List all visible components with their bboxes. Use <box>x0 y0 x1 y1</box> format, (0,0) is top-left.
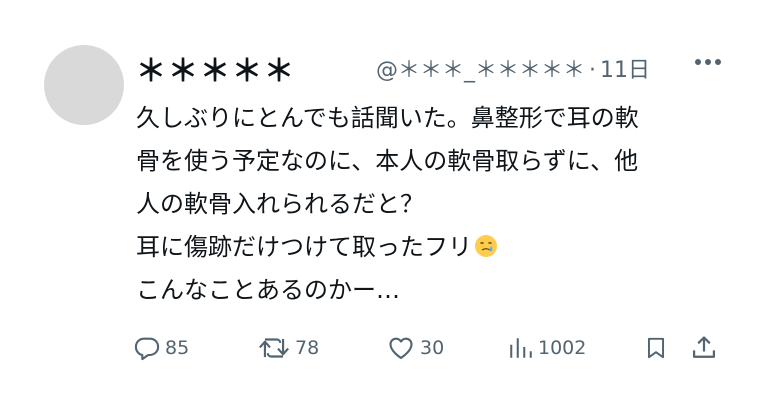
reply-count: 85 <box>165 337 190 359</box>
more-options-button[interactable] <box>690 46 726 78</box>
retweet-button[interactable]: 78 <box>257 328 319 368</box>
display-name[interactable]: ＊＊＊＊＊ <box>136 46 296 90</box>
bookmark-icon <box>647 337 665 359</box>
retweet-icon <box>259 338 289 358</box>
heart-icon <box>389 337 413 359</box>
tweet-text: 久しぶりにとんでも話聞いた。鼻整形で耳の軟 骨を使う予定なのに、本人の軟骨取らず… <box>136 97 736 312</box>
crying-smile-emoji-icon <box>475 235 497 257</box>
like-button[interactable]: 30 <box>386 328 444 368</box>
tweet-line-3: 人の軟骨入れられるだと？ <box>136 190 424 218</box>
tweet-header: ＊＊＊＊＊ @＊＊＊_＊＊＊＊＊ · 11日 <box>136 44 726 89</box>
tweet-line-5: こんなことあるのかー… <box>136 276 400 304</box>
more-icon <box>695 59 721 65</box>
reply-button[interactable]: 85 <box>133 328 189 368</box>
avatar[interactable] <box>44 45 124 125</box>
views-count: 1002 <box>538 337 587 359</box>
views-button[interactable]: 1002 <box>508 328 586 368</box>
tweet-line-2: 骨を使う予定なのに、本人の軟骨取らずに、他 <box>136 147 639 175</box>
tweet-line-1: 久しぶりにとんでも話聞いた。鼻整形で耳の軟 <box>136 104 639 132</box>
bookmark-button[interactable] <box>643 328 669 368</box>
user-handle[interactable]: @＊＊＊_＊＊＊＊＊ <box>376 58 585 83</box>
separator-dot: · <box>589 58 597 83</box>
tweet-time[interactable]: 11日 <box>600 58 650 83</box>
share-icon <box>692 336 716 358</box>
tweet-line-4-text: 耳に傷跡だけつけて取ったフリ <box>136 233 472 261</box>
analytics-icon <box>510 338 532 358</box>
tweet-line-4: 耳に傷跡だけつけて取ったフリ <box>136 226 736 269</box>
retweet-count: 78 <box>295 337 320 359</box>
handle-and-time: @＊＊＊_＊＊＊＊＊ · 11日 <box>376 52 650 84</box>
reply-icon <box>134 337 160 361</box>
share-button[interactable] <box>689 328 719 368</box>
like-count: 30 <box>420 337 445 359</box>
action-bar: 85 78 30 1002 <box>133 328 723 368</box>
